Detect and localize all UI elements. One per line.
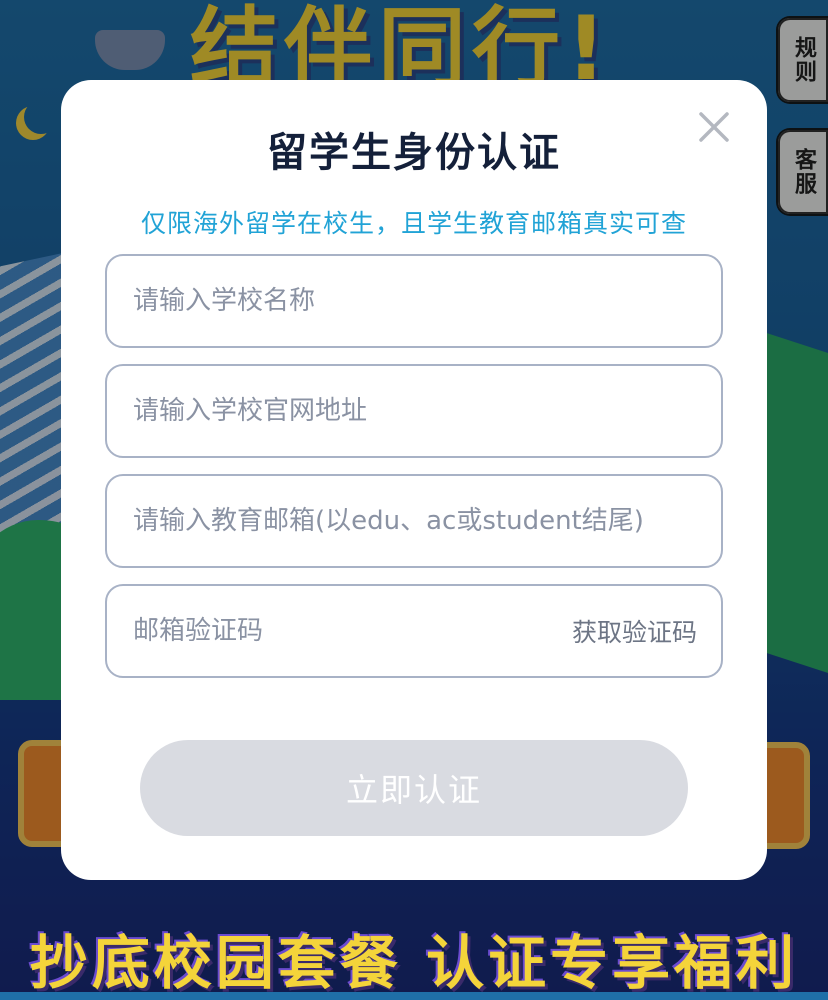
- school-name-input[interactable]: [131, 285, 697, 317]
- verification-modal: 留学生身份认证 仅限海外留学在校生，且学生教育邮箱真实可查 获取验证码 立即认证: [61, 80, 767, 880]
- verification-code-field[interactable]: 获取验证码: [105, 584, 723, 678]
- school-website-field[interactable]: [105, 364, 723, 458]
- promo-banner: 抄底校园套餐 认证专享福利: [29, 929, 799, 997]
- modal-title: 留学生身份认证: [267, 130, 561, 176]
- get-code-button[interactable]: 获取验证码: [572, 613, 697, 649]
- verification-code-input[interactable]: [131, 615, 562, 647]
- edu-email-input[interactable]: [131, 505, 697, 537]
- modal-subtitle: 仅限海外留学在校生，且学生教育邮箱真实可查: [140, 209, 687, 238]
- submit-verify-button[interactable]: 立即认证: [140, 740, 688, 836]
- school-name-field[interactable]: [105, 254, 723, 348]
- school-website-input[interactable]: [131, 395, 697, 427]
- edu-email-field[interactable]: [105, 474, 723, 568]
